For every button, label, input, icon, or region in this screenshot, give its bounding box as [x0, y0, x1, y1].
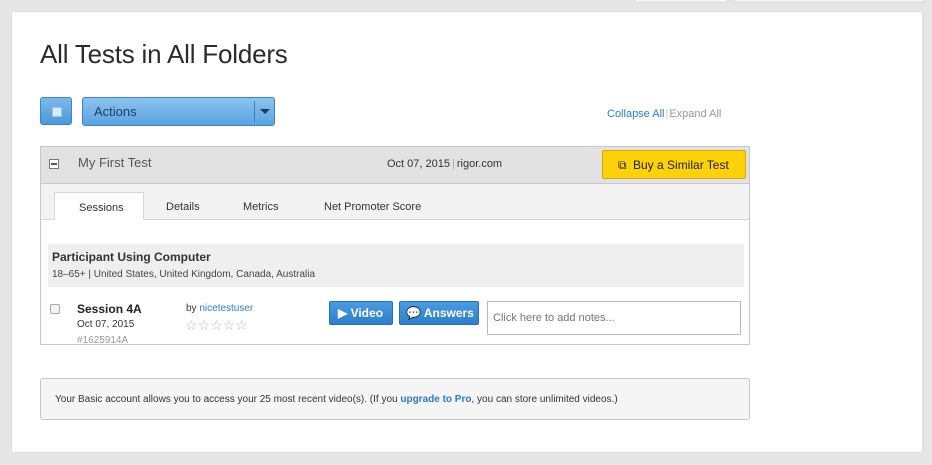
collapse-all-link[interactable]: Collapse All — [607, 108, 664, 120]
buy-similar-test-label: Buy a Similar Test — [633, 158, 729, 172]
caret-down-icon — [260, 109, 270, 114]
test-date: Oct 07, 2015 — [387, 158, 450, 170]
test-site: rigor.com — [456, 158, 503, 170]
tab-label: Net Promoter Score — [324, 201, 422, 213]
tab-label: Details — [166, 201, 200, 213]
test-header: My First Test Oct 07, 2015 | rigor.com ⧉ B… — [41, 147, 749, 184]
select-all-checkbox-button[interactable] — [40, 97, 72, 125]
top-tab — [634, 0, 728, 3]
answers-button-label: 💬 Answers — [406, 306, 474, 320]
participant-info: Participant Using Computer 18–65+ | Unit… — [48, 244, 744, 287]
participant-title: Participant Using Computer — [52, 250, 211, 264]
answers-button[interactable]: 💬 Answers — [399, 301, 479, 325]
main-panel: All Tests in All Folders Actions Collaps… — [12, 12, 922, 452]
collapse-expand-links: Collapse All|Expand All — [607, 108, 721, 120]
divider: | — [452, 158, 455, 170]
session-id: #1625914A — [77, 335, 129, 346]
tab-net-promoter-score[interactable]: Net Promoter Score — [316, 192, 436, 220]
notice-before: Your Basic account allows you to access … — [55, 394, 401, 405]
top-tab — [734, 0, 924, 3]
test-name[interactable]: My First Test — [78, 155, 151, 170]
notice-after: , you can store unlimited videos.) — [471, 394, 618, 405]
session-name[interactable]: Session 4A — [77, 302, 142, 316]
star-rating[interactable]: ☆☆☆☆☆ — [185, 317, 248, 334]
participant-demographics: 18–65+ | United States, United Kingdom, … — [52, 269, 316, 280]
tab-sessions[interactable]: Sessions — [54, 192, 144, 220]
tab-label: Sessions — [79, 202, 124, 214]
divider — [254, 101, 255, 122]
tab-label: Metrics — [243, 201, 279, 213]
checkbox-icon — [52, 107, 62, 117]
session-author: by nicetestuser — [186, 303, 253, 314]
page-title: All Tests in All Folders — [40, 39, 288, 69]
user-link[interactable]: nicetestuser — [199, 303, 253, 314]
video-button-label: ▶ Video — [338, 306, 384, 320]
upgrade-link[interactable]: upgrade to Pro — [400, 394, 471, 405]
video-button[interactable]: ▶ Video — [329, 301, 393, 325]
notice-text: Your Basic account allows you to access … — [55, 394, 618, 405]
actions-label: Actions — [94, 104, 137, 119]
divider: | — [665, 108, 669, 120]
tab-details[interactable]: Details — [153, 192, 213, 220]
copy-icon: ⧉ — [618, 158, 627, 172]
session-date: Oct 07, 2015 — [77, 319, 135, 330]
buy-similar-test-button[interactable]: ⧉ Buy a Similar Test — [602, 150, 746, 179]
by-label: by — [186, 303, 197, 314]
expand-all-link[interactable]: Expand All — [669, 108, 721, 120]
actions-dropdown[interactable]: Actions — [82, 97, 275, 126]
session-checkbox[interactable] — [50, 304, 60, 314]
tabs-bar: Sessions Details Metrics Net Promoter Sc… — [41, 184, 749, 220]
test-meta: Oct 07, 2015 | rigor.com — [387, 158, 502, 170]
account-notice: Your Basic account allows you to access … — [40, 378, 750, 420]
test-card: My First Test Oct 07, 2015 | rigor.com ⧉ B… — [40, 146, 750, 346]
tab-metrics[interactable]: Metrics — [233, 192, 293, 220]
notes-input[interactable] — [487, 301, 741, 335]
collapse-toggle-icon[interactable] — [49, 159, 59, 169]
